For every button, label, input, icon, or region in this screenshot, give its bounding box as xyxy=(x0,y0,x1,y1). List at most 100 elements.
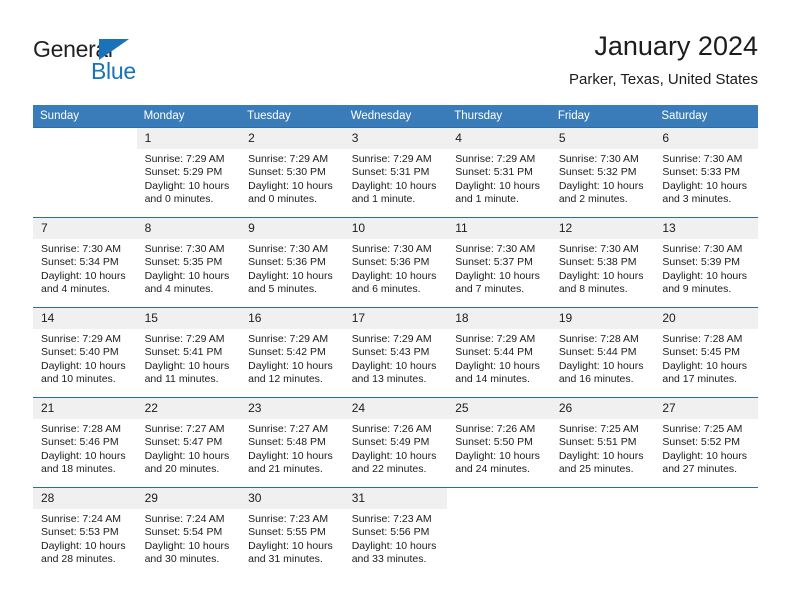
calendar-day-cell[interactable]: 4 Sunrise: 7:29 AM Sunset: 5:31 PM Daylight… xyxy=(447,127,551,218)
daylight-duration-line1: Daylight: 10 hours xyxy=(248,359,333,372)
day-number: 4 xyxy=(447,128,551,149)
calendar-day-cell[interactable]: 16 Sunrise: 7:29 AM Sunset: 5:42 PM Dayligh… xyxy=(240,307,344,398)
calendar-day-cell[interactable]: 26 Sunrise: 7:25 AM Sunset: 5:51 PM Dayligh… xyxy=(550,397,655,488)
daylight-duration-line1: Daylight: 10 hours xyxy=(662,269,748,282)
calendar-day-cell[interactable]: 30 Sunrise: 7:23 AM Sunset: 5:55 PM Dayligh… xyxy=(240,487,344,578)
day-number: 2 xyxy=(240,128,344,149)
calendar-day-cell[interactable]: 24 Sunrise: 7:26 AM Sunset: 5:49 PM Dayligh… xyxy=(343,397,448,488)
daylight-duration-line2: and 5 minutes. xyxy=(248,282,318,295)
sunset-time: Sunset: 5:34 PM xyxy=(41,256,119,269)
sunset-time: Sunset: 5:35 PM xyxy=(144,256,223,269)
sunrise-time: Sunrise: 7:25 AM xyxy=(558,423,639,435)
calendar-day-cell[interactable]: 21 Sunrise: 7:28 AM Sunset: 5:46 PM Dayligh… xyxy=(33,397,137,488)
daylight-duration-line1: Daylight: 10 hours xyxy=(41,449,126,462)
weekday-header-tuesday: Tuesday xyxy=(240,105,344,128)
day-number: 29 xyxy=(136,488,241,509)
day-number: 19 xyxy=(550,308,655,329)
sunset-time: Sunset: 5:36 PM xyxy=(248,256,326,269)
page-subtitle: Parker, Texas, United States xyxy=(569,71,758,88)
calendar-day-cell[interactable]: 31 Sunrise: 7:23 AM Sunset: 5:56 PM Dayligh… xyxy=(343,487,448,578)
page-header: General Blue January 2024 Parker, Texas,… xyxy=(33,30,758,98)
calendar-cell-empty xyxy=(447,487,551,578)
day-number: 1 xyxy=(136,128,241,149)
sunrise-time: Sunrise: 7:30 AM xyxy=(662,153,743,165)
daylight-duration-line1: Daylight: 10 hours xyxy=(558,449,644,462)
sunrise-time: Sunrise: 7:24 AM xyxy=(41,513,121,525)
calendar-day-cell[interactable]: 22 Sunrise: 7:27 AM Sunset: 5:47 PM Dayligh… xyxy=(136,397,241,488)
sunset-time: Sunset: 5:45 PM xyxy=(662,346,741,359)
calendar-day-cell[interactable]: 12 Sunrise: 7:30 AM Sunset: 5:38 PM Dayligh… xyxy=(550,217,655,308)
sunset-time: Sunset: 5:42 PM xyxy=(248,346,326,359)
daylight-duration-line1: Daylight: 10 hours xyxy=(351,359,437,372)
calendar-cell-empty xyxy=(550,487,655,578)
calendar-day-cell[interactable]: 19 Sunrise: 7:28 AM Sunset: 5:44 PM Dayligh… xyxy=(550,307,655,398)
daylight-duration-line2: and 13 minutes. xyxy=(351,372,427,385)
calendar-week-row: 1 Sunrise: 7:29 AM Sunset: 5:29 PM Daylight… xyxy=(33,127,758,218)
day-details: Sunrise: 7:23 AM Sunset: 5:56 PM Daylight:… xyxy=(344,509,448,566)
sunrise-time: Sunrise: 7:29 AM xyxy=(248,153,329,165)
calendar-week-row: 28 Sunrise: 7:24 AM Sunset: 5:53 PM Dayligh… xyxy=(33,487,758,578)
calendar-day-cell[interactable]: 10 Sunrise: 7:30 AM Sunset: 5:36 PM Dayligh… xyxy=(343,217,448,308)
daylight-duration-line1: Daylight: 10 hours xyxy=(662,179,748,192)
calendar-day-cell[interactable]: 29 Sunrise: 7:24 AM Sunset: 5:54 PM Dayligh… xyxy=(136,487,241,578)
sunset-time: Sunset: 5:32 PM xyxy=(558,166,637,179)
calendar-week-row: 14 Sunrise: 7:29 AM Sunset: 5:40 PM Dayligh… xyxy=(33,307,758,398)
daylight-duration-line1: Daylight: 10 hours xyxy=(455,269,540,282)
daylight-duration-line1: Daylight: 10 hours xyxy=(455,179,540,192)
sunrise-time: Sunrise: 7:28 AM xyxy=(558,333,639,345)
calendar-day-cell[interactable]: 23 Sunrise: 7:27 AM Sunset: 5:48 PM Dayligh… xyxy=(240,397,344,488)
day-details: Sunrise: 7:26 AM Sunset: 5:49 PM Daylight:… xyxy=(344,419,448,476)
calendar-day-cell[interactable]: 18 Sunrise: 7:29 AM Sunset: 5:44 PM Dayligh… xyxy=(447,307,551,398)
day-number xyxy=(550,488,655,509)
day-number: 16 xyxy=(240,308,344,329)
day-number: 18 xyxy=(447,308,551,329)
calendar-day-cell[interactable]: 7 Sunrise: 7:30 AM Sunset: 5:34 PM Daylight… xyxy=(33,217,137,308)
calendar-day-cell[interactable]: 9 Sunrise: 7:30 AM Sunset: 5:36 PM Daylight… xyxy=(240,217,344,308)
daylight-duration-line1: Daylight: 10 hours xyxy=(351,539,437,552)
daylight-duration-line2: and 12 minutes. xyxy=(248,372,323,385)
calendar-day-cell[interactable]: 6 Sunrise: 7:30 AM Sunset: 5:33 PM Daylight… xyxy=(654,127,758,218)
day-number: 26 xyxy=(550,398,655,419)
calendar-day-cell[interactable]: 20 Sunrise: 7:28 AM Sunset: 5:45 PM Dayligh… xyxy=(654,307,758,398)
calendar-day-cell[interactable]: 27 Sunrise: 7:25 AM Sunset: 5:52 PM Dayligh… xyxy=(654,397,758,488)
day-number: 17 xyxy=(343,308,448,329)
day-number: 14 xyxy=(33,308,137,329)
sunrise-time: Sunrise: 7:26 AM xyxy=(455,423,536,435)
day-number: 13 xyxy=(654,218,758,239)
daylight-duration-line1: Daylight: 10 hours xyxy=(144,449,230,462)
calendar-day-cell[interactable]: 2 Sunrise: 7:29 AM Sunset: 5:30 PM Daylight… xyxy=(240,127,344,218)
calendar-day-cell[interactable]: 14 Sunrise: 7:29 AM Sunset: 5:40 PM Dayligh… xyxy=(33,307,137,398)
calendar-day-cell[interactable]: 17 Sunrise: 7:29 AM Sunset: 5:43 PM Dayligh… xyxy=(343,307,448,398)
sunset-time: Sunset: 5:53 PM xyxy=(41,526,119,539)
weekday-header-monday: Monday xyxy=(136,105,241,128)
day-number: 6 xyxy=(654,128,758,149)
day-number: 5 xyxy=(550,128,655,149)
daylight-duration-line2: and 8 minutes. xyxy=(558,282,628,295)
calendar-day-cell[interactable]: 25 Sunrise: 7:26 AM Sunset: 5:50 PM Dayligh… xyxy=(447,397,551,488)
calendar-day-cell[interactable]: 5 Sunrise: 7:30 AM Sunset: 5:32 PM Daylight… xyxy=(550,127,655,218)
calendar-day-cell[interactable]: 11 Sunrise: 7:30 AM Sunset: 5:37 PM Dayligh… xyxy=(447,217,551,308)
daylight-duration-line1: Daylight: 10 hours xyxy=(455,449,540,462)
calendar-cell-empty xyxy=(33,127,137,218)
calendar-day-cell[interactable]: 1 Sunrise: 7:29 AM Sunset: 5:29 PM Daylight… xyxy=(136,127,241,218)
sunrise-time: Sunrise: 7:30 AM xyxy=(41,243,121,255)
daylight-duration-line2: and 7 minutes. xyxy=(455,282,525,295)
sunset-time: Sunset: 5:36 PM xyxy=(351,256,430,269)
calendar-day-cell[interactable]: 28 Sunrise: 7:24 AM Sunset: 5:53 PM Dayligh… xyxy=(33,487,137,578)
daylight-duration-line2: and 25 minutes. xyxy=(558,462,634,475)
day-number: 3 xyxy=(343,128,448,149)
daylight-duration-line2: and 27 minutes. xyxy=(662,462,738,475)
calendar-day-cell[interactable]: 15 Sunrise: 7:29 AM Sunset: 5:41 PM Dayligh… xyxy=(136,307,241,398)
daylight-duration-line2: and 24 minutes. xyxy=(455,462,530,475)
sunset-time: Sunset: 5:31 PM xyxy=(455,166,533,179)
sunset-time: Sunset: 5:29 PM xyxy=(144,166,223,179)
day-number: 28 xyxy=(33,488,137,509)
sunrise-time: Sunrise: 7:28 AM xyxy=(662,333,743,345)
day-number: 24 xyxy=(343,398,448,419)
sunset-time: Sunset: 5:39 PM xyxy=(662,256,741,269)
calendar-day-cell[interactable]: 8 Sunrise: 7:30 AM Sunset: 5:35 PM Daylight… xyxy=(136,217,241,308)
calendar-week-row: 21 Sunrise: 7:28 AM Sunset: 5:46 PM Dayligh… xyxy=(33,397,758,488)
logo-triangle-icon xyxy=(99,39,129,60)
calendar-day-cell[interactable]: 13 Sunrise: 7:30 AM Sunset: 5:39 PM Dayligh… xyxy=(654,217,758,308)
calendar-day-cell[interactable]: 3 Sunrise: 7:29 AM Sunset: 5:31 PM Daylight… xyxy=(343,127,448,218)
